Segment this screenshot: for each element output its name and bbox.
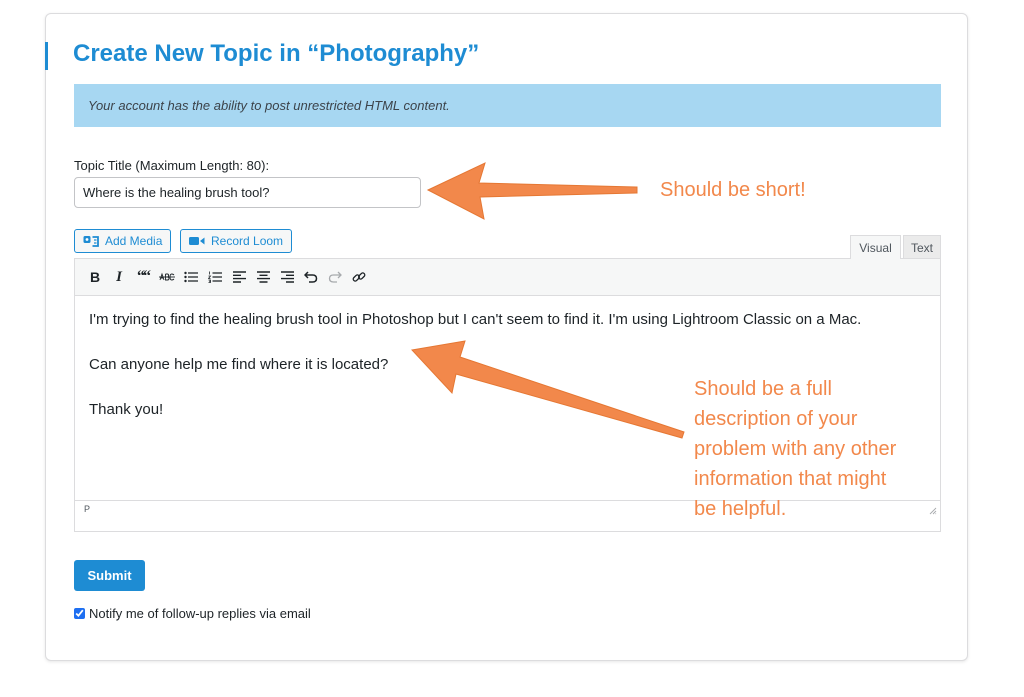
blockquote-button[interactable]: ““ — [133, 265, 153, 289]
strikethrough-icon — [159, 272, 175, 281]
resize-handle-icon[interactable] — [929, 507, 937, 515]
body-annotation-line: description of your — [694, 408, 858, 430]
media-icon — [83, 236, 99, 247]
title-annotation: Should be short! — [660, 179, 806, 201]
add-media-button[interactable]: Add Media — [74, 229, 172, 253]
page-title: Create New Topic in “Photography” — [73, 40, 480, 67]
bold-button[interactable]: B — [85, 265, 105, 289]
align-left-button[interactable] — [229, 265, 249, 289]
editor-paragraph: Can anyone help me find where it is loca… — [89, 356, 389, 373]
redo-button[interactable] — [325, 265, 345, 289]
link-icon — [352, 272, 366, 282]
numbered-list-icon — [208, 271, 222, 283]
strikethrough-button[interactable] — [157, 265, 177, 289]
tab-visual[interactable]: Visual — [850, 235, 901, 259]
italic-label: I — [116, 268, 122, 285]
bold-label: B — [89, 269, 101, 285]
topic-title-label: Topic Title (Maximum Length: 80): — [74, 158, 270, 173]
bulleted-list-icon — [184, 271, 198, 283]
align-left-icon — [232, 271, 246, 283]
body-annotation-line: Should be a full — [694, 378, 832, 400]
body-annotation: Should be a full description of your pro… — [694, 374, 896, 524]
notice-text: Your account has the ability to post unr… — [88, 98, 450, 113]
bulleted-list-button[interactable] — [181, 265, 201, 289]
undo-button[interactable] — [301, 265, 321, 289]
insert-link-button[interactable] — [349, 265, 369, 289]
element-path: P — [84, 504, 91, 514]
numbered-list-button[interactable] — [205, 265, 225, 289]
record-loom-button[interactable]: Record Loom — [180, 229, 293, 253]
record-loom-label: Record Loom — [211, 234, 284, 248]
editor-paragraph: I'm trying to find the healing brush too… — [89, 311, 862, 328]
add-media-label: Add Media — [105, 234, 163, 248]
notify-option[interactable]: Notify me of follow-up replies via email — [74, 606, 311, 621]
italic-button[interactable]: I — [109, 265, 129, 289]
align-center-button[interactable] — [253, 265, 273, 289]
editor-toolbar: B I ““ — [75, 259, 940, 296]
tab-text-label: Text — [910, 240, 933, 255]
undo-icon — [304, 271, 318, 283]
tab-visual-label: Visual — [859, 240, 892, 255]
title-accent-bar — [45, 42, 48, 70]
video-camera-icon — [189, 237, 205, 245]
topic-title-input[interactable] — [74, 177, 421, 208]
html-permission-notice: Your account has the ability to post unr… — [74, 84, 941, 127]
align-right-icon — [280, 271, 294, 283]
submit-button[interactable]: Submit — [74, 560, 145, 591]
body-annotation-line: information that might — [694, 468, 887, 490]
body-annotation-line: be helpful. — [694, 498, 787, 520]
redo-icon — [328, 271, 342, 283]
align-center-icon — [256, 271, 270, 283]
body-annotation-line: problem with any other — [694, 438, 897, 460]
align-right-button[interactable] — [277, 265, 297, 289]
notify-label: Notify me of follow-up replies via email — [89, 606, 311, 621]
blockquote-icon: ““ — [137, 268, 151, 285]
notify-checkbox[interactable] — [74, 608, 85, 619]
tab-text[interactable]: Text — [903, 235, 941, 259]
